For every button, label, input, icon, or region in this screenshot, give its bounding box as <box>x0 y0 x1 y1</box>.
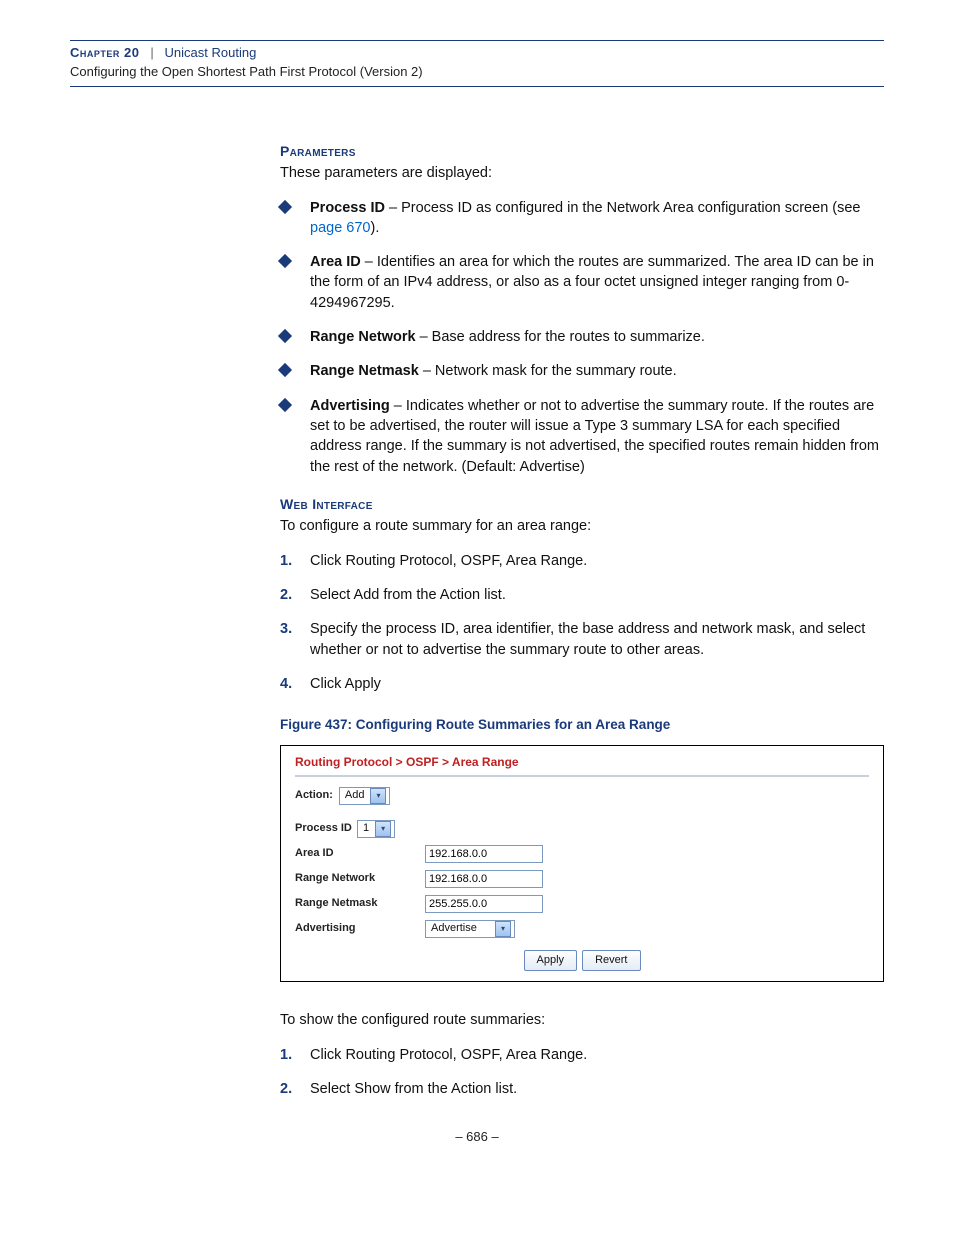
chapter-subtitle: Configuring the Open Shortest Path First… <box>70 64 423 79</box>
show-steps: 1.Click Routing Protocol, OSPF, Area Ran… <box>280 1045 884 1100</box>
step-number: 4. <box>280 674 292 694</box>
action-label: Action: <box>295 788 333 803</box>
list-item: 2.Select Show from the Action list. <box>280 1079 884 1099</box>
range-network-input[interactable] <box>425 870 543 888</box>
advertising-label: Advertising <box>295 921 425 936</box>
figure-panel: Routing Protocol > OSPF > Area Range Act… <box>280 745 884 982</box>
chapter-title: Unicast Routing <box>165 45 257 60</box>
parameters-heading: Parameters <box>280 142 884 162</box>
revert-button[interactable]: Revert <box>582 950 640 971</box>
step-number: 2. <box>280 1079 292 1099</box>
process-id-select[interactable]: 1 ▾ <box>357 820 395 838</box>
param-term: Advertising <box>310 398 390 414</box>
apply-button[interactable]: Apply <box>524 950 578 971</box>
step-number: 3. <box>280 619 292 639</box>
area-id-input[interactable] <box>425 845 543 863</box>
page-number: – 686 – <box>70 1129 884 1144</box>
param-term: Range Network <box>310 329 416 345</box>
area-id-label: Area ID <box>295 846 425 861</box>
list-item: Process ID – Process ID as configured in… <box>280 198 884 239</box>
show-intro: To show the configured route summaries: <box>280 1010 884 1030</box>
list-item: Area ID – Identifies an area for which t… <box>280 252 884 313</box>
figure-caption: Figure 437: Configuring Route Summaries … <box>280 716 884 735</box>
param-term: Area ID <box>310 254 361 270</box>
configure-steps: 1.Click Routing Protocol, OSPF, Area Ran… <box>280 551 884 694</box>
page-header: Chapter 20 | Unicast Routing Configuring… <box>70 44 884 82</box>
list-item: Range Network – Base address for the rou… <box>280 327 884 347</box>
step-number: 1. <box>280 551 292 571</box>
parameter-list: Process ID – Process ID as configured in… <box>280 198 884 477</box>
chevron-down-icon: ▾ <box>495 921 511 937</box>
chevron-down-icon: ▾ <box>370 788 386 804</box>
list-item: 1.Click Routing Protocol, OSPF, Area Ran… <box>280 551 884 571</box>
range-netmask-input[interactable] <box>425 895 543 913</box>
diamond-icon <box>278 254 292 268</box>
header-separator: | <box>150 45 153 60</box>
advertising-select[interactable]: Advertise ▾ <box>425 920 515 938</box>
chapter-label: Chapter 20 <box>70 45 139 60</box>
range-netmask-label: Range Netmask <box>295 896 425 911</box>
web-interface-heading: Web Interface <box>280 495 884 515</box>
list-item: Advertising – Indicates whether or not t… <box>280 396 884 477</box>
list-item: 2.Select Add from the Action list. <box>280 585 884 605</box>
diamond-icon <box>278 329 292 343</box>
list-item: 3.Specify the process ID, area identifie… <box>280 619 884 660</box>
parameters-intro: These parameters are displayed: <box>280 163 884 183</box>
param-term: Process ID <box>310 200 385 216</box>
list-item: 1.Click Routing Protocol, OSPF, Area Ran… <box>280 1045 884 1065</box>
param-term: Range Netmask <box>310 363 419 379</box>
list-item: 4.Click Apply <box>280 674 884 694</box>
diamond-icon <box>278 363 292 377</box>
chevron-down-icon: ▾ <box>375 821 391 837</box>
diamond-icon <box>278 200 292 214</box>
breadcrumb: Routing Protocol > OSPF > Area Range <box>295 754 869 771</box>
step-number: 1. <box>280 1045 292 1065</box>
action-select[interactable]: Add ▾ <box>339 787 391 805</box>
process-id-label: Process ID <box>295 821 357 836</box>
step-number: 2. <box>280 585 292 605</box>
list-item: Range Netmask – Network mask for the sum… <box>280 361 884 381</box>
range-network-label: Range Network <box>295 871 425 886</box>
page-link[interactable]: page 670 <box>310 220 370 236</box>
diamond-icon <box>278 398 292 412</box>
divider <box>295 775 869 777</box>
web-intro: To configure a route summary for an area… <box>280 516 884 536</box>
